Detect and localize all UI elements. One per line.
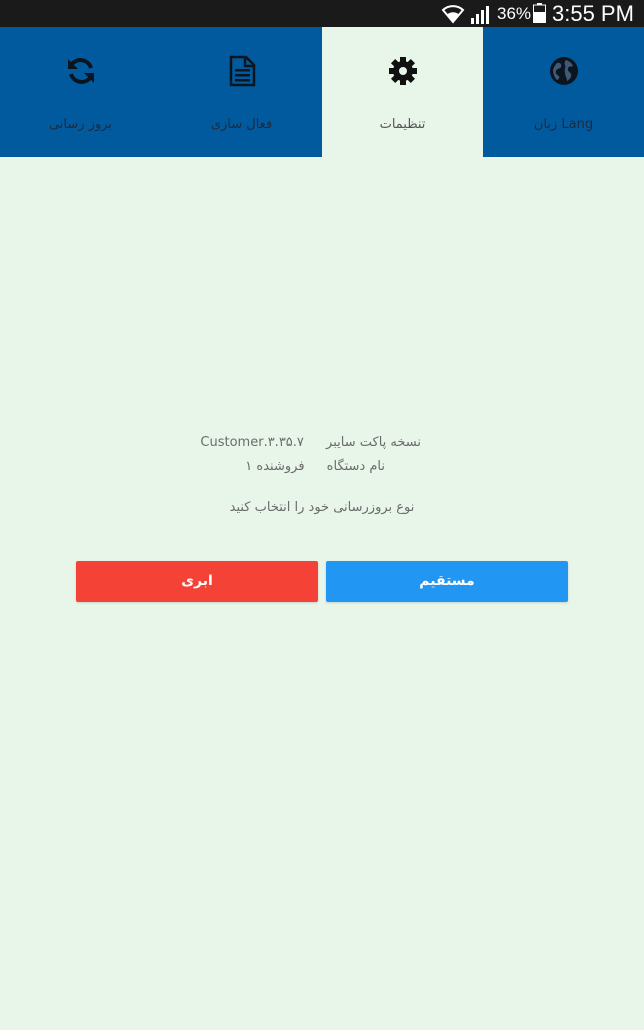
device-value: فروشنده ۱ <box>245 459 305 474</box>
version-value: ۳.۳۵.۷.Customer <box>200 435 304 450</box>
tab-label: فعال سازی <box>210 117 273 132</box>
tab-bar: زبان Lang تنظیمات فعال سازی بروز رسانی <box>0 27 644 157</box>
tab-update[interactable]: بروز رسانی <box>0 27 161 157</box>
device-label: نام دستگاه <box>326 459 385 474</box>
clock: 3:55 PM <box>552 1 634 26</box>
globe-icon <box>549 57 578 85</box>
tab-label: زبان Lang <box>533 117 594 132</box>
cloud-button[interactable]: ابری <box>76 561 318 602</box>
version-row: نسخه پاکت سایبر ۳.۳۵.۷.Customer <box>200 435 421 450</box>
tab-activation[interactable]: فعال سازی <box>161 27 322 157</box>
version-label: نسخه پاکت سایبر <box>326 435 421 450</box>
wifi-icon <box>441 5 465 24</box>
document-icon <box>229 55 255 87</box>
tab-label: تنظیمات <box>379 117 426 132</box>
gear-icon <box>388 57 417 85</box>
update-type-prompt: نوع بروزرسانی خود را انتخاب کنید <box>229 500 415 515</box>
battery-icon <box>533 3 546 23</box>
status-bar: 36% 3:55 PM <box>0 0 644 27</box>
refresh-icon <box>67 58 94 84</box>
battery-percent: 36% <box>497 4 532 23</box>
direct-button[interactable]: مستقیم <box>326 561 568 602</box>
signal-icon <box>471 6 489 24</box>
device-row: نام دستگاه فروشنده ۱ <box>245 459 385 474</box>
tab-language[interactable]: زبان Lang <box>483 27 644 157</box>
tab-settings[interactable]: تنظیمات <box>322 27 483 157</box>
tab-label: بروز رسانی <box>48 117 113 132</box>
